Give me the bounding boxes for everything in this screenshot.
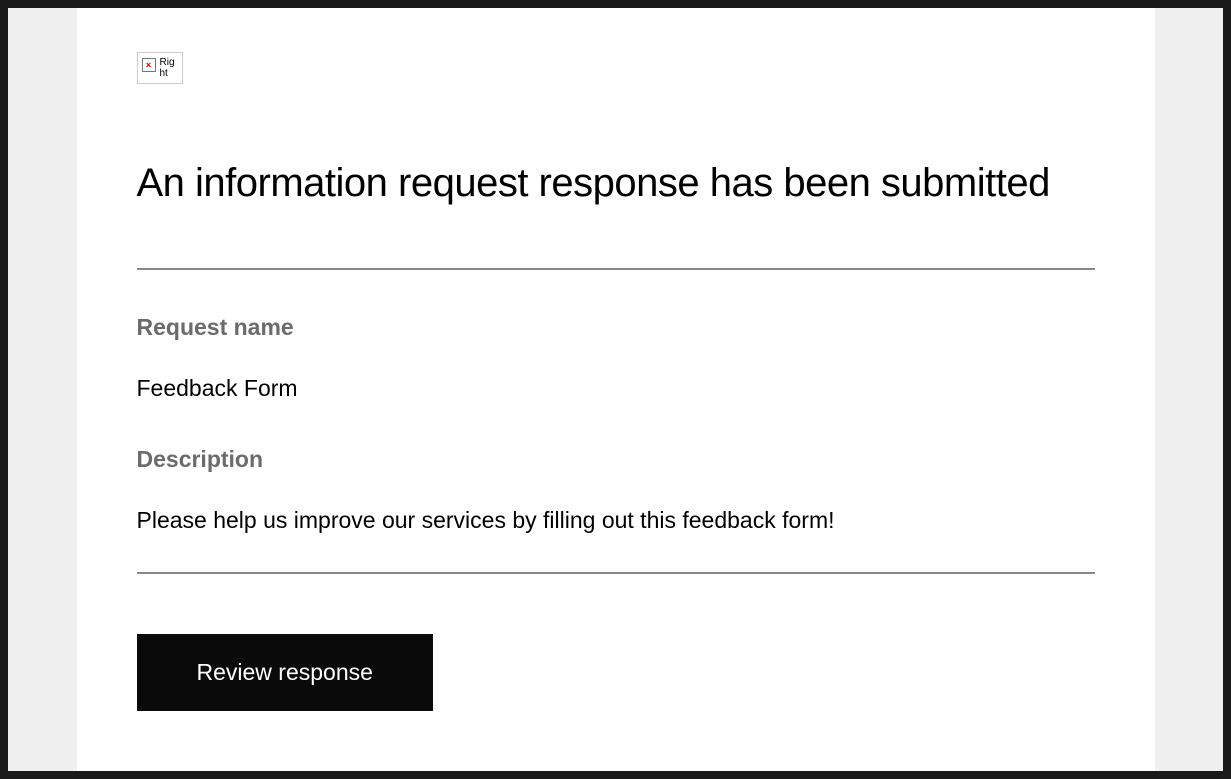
description-value: Please help us improve our services by f… xyxy=(137,507,1095,534)
request-name-value: Feedback Form xyxy=(137,375,1095,402)
bottom-divider xyxy=(137,572,1095,574)
page-title: An information request response has been… xyxy=(137,158,1095,208)
page-background: × Right An information request response … xyxy=(8,8,1223,771)
broken-image-icon: × xyxy=(142,58,156,72)
broken-image-alt-text: Right xyxy=(160,57,176,79)
description-label: Description xyxy=(137,446,1095,473)
broken-image-placeholder: × Right xyxy=(137,52,183,84)
content-card: × Right An information request response … xyxy=(77,8,1155,771)
top-divider xyxy=(137,268,1095,270)
request-name-label: Request name xyxy=(137,314,1095,341)
review-response-button[interactable]: Review response xyxy=(137,634,433,711)
